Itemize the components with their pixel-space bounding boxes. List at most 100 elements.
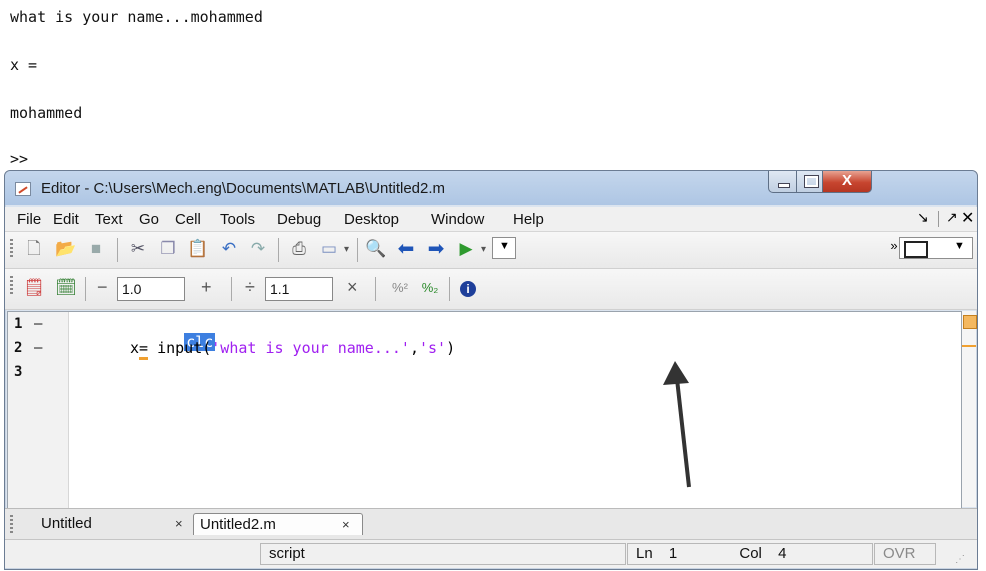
increment-button[interactable]: +: [201, 277, 212, 298]
toolbar-grip[interactable]: [10, 239, 13, 259]
breakpoint-dash[interactable]: —: [34, 316, 42, 332]
minimize-button[interactable]: [768, 171, 797, 193]
editor-title: Editor - C:\Users\Mech.eng\Documents\MAT…: [41, 180, 446, 197]
menu-edit[interactable]: Edit: [53, 211, 79, 228]
line-number: 2: [14, 340, 23, 356]
status-col-value: 4: [778, 545, 787, 562]
copy-icon[interactable]: ❐: [157, 238, 179, 260]
paste-icon[interactable]: 📋: [187, 238, 209, 260]
status-col-label: Col: [739, 545, 762, 562]
undock-arrow-icon[interactable]: ↗: [946, 209, 958, 226]
editor-app-icon: [15, 182, 31, 196]
multiply-button[interactable]: ×: [347, 277, 358, 298]
arrow-shaft: [675, 378, 691, 488]
chevron-down-icon: ▼: [954, 240, 965, 252]
menu-cell[interactable]: Cell: [175, 211, 201, 228]
info-icon[interactable]: i: [457, 277, 479, 299]
menu-file[interactable]: File: [17, 211, 41, 228]
info-glyph: i: [460, 281, 476, 297]
toolbar-divider: [278, 238, 279, 262]
analyzer-warning-marker[interactable]: [962, 345, 976, 347]
cell-value-input-2[interactable]: 1.1: [265, 277, 333, 301]
document-tab-bar: Untitled × Untitled2.m ×: [5, 508, 977, 539]
forward-arrow-icon[interactable]: ➡: [425, 238, 447, 260]
menu-tools[interactable]: Tools: [220, 211, 255, 228]
undo-icon[interactable]: ↶: [218, 238, 240, 260]
chevron-down-icon[interactable]: ▾: [481, 244, 486, 255]
binoculars-icon[interactable]: 🔍: [365, 238, 387, 260]
close-editor-icon[interactable]: ✕: [961, 208, 974, 228]
code-string: 's': [419, 339, 447, 357]
main-toolbar: 🗋 📂 ■ ✂ ❐ 📋 ↶ ↷ ⎙ ▭ ▾ 🔍 ⬅ ➡ ▶ ▾ ▼ » ▼: [5, 232, 977, 269]
back-arrow-icon[interactable]: ⬅: [395, 238, 417, 260]
run-icon[interactable]: ▶: [455, 238, 477, 260]
toolbar-divider: [85, 277, 86, 301]
analyzer-status-indicator[interactable]: [963, 315, 977, 329]
toolbar-divider: [231, 277, 232, 301]
decrement-button[interactable]: −: [97, 277, 108, 298]
code-paren: ): [446, 339, 456, 357]
comment-percent-icon[interactable]: %²: [389, 277, 411, 299]
maximize-button[interactable]: [796, 171, 823, 193]
redo-icon[interactable]: ↷: [247, 238, 269, 260]
cell-toolbar: 🗒 🗓 − 1.0 + ÷ 1.1 × %² %₂ i: [5, 269, 977, 310]
tabbar-grip[interactable]: [10, 515, 13, 533]
arrow-head: [663, 361, 689, 385]
code-analyzer-bar[interactable]: [962, 311, 977, 507]
cut-icon[interactable]: ✂: [127, 238, 149, 260]
menu-help[interactable]: Help: [513, 211, 544, 228]
resize-grip-icon[interactable]: ⋰: [955, 554, 965, 565]
chevron-down-icon[interactable]: ▾: [344, 244, 349, 255]
print-icon[interactable]: ⎙: [288, 238, 310, 260]
menu-bar: File Edit Text Go Cell Tools Debug Deskt…: [5, 207, 977, 232]
code-comma: ,: [409, 339, 419, 357]
new-file-icon[interactable]: 🗋: [23, 238, 45, 260]
insert-cell-icon[interactable]: 🗒: [23, 277, 45, 299]
evaluate-cell-icon[interactable]: 🗓: [55, 277, 77, 299]
command-window[interactable]: what is your name...mohammed x = mohamme…: [0, 0, 986, 168]
status-ln-label: Ln: [636, 545, 653, 562]
menu-go[interactable]: Go: [139, 211, 159, 228]
run-options-dropdown[interactable]: ▼: [492, 237, 516, 259]
menu-desktop[interactable]: Desktop: [344, 211, 399, 228]
uncomment-percent-icon[interactable]: %₂: [419, 277, 441, 299]
code-function: input(: [148, 339, 212, 357]
status-bar: script Ln 1 Col 4 OVR ⋰: [5, 539, 977, 568]
tab-untitled2[interactable]: Untitled2.m ×: [193, 513, 363, 535]
menu-debug[interactable]: Debug: [277, 211, 321, 228]
find-files-icon[interactable]: ▭: [318, 238, 340, 260]
cell-value-input-1[interactable]: 1.0: [117, 277, 185, 301]
toolbar-divider: [449, 277, 450, 301]
menu-window[interactable]: Window: [431, 211, 484, 228]
toolbar-divider: [357, 238, 358, 262]
toolbar-divider: [375, 277, 376, 301]
line-number-gutter: 1 — 2 — 3: [8, 312, 69, 508]
editor-titlebar[interactable]: Editor - C:\Users\Mech.eng\Documents\MAT…: [5, 171, 977, 205]
breakpoint-dash[interactable]: —: [34, 340, 42, 356]
layout-dropdown[interactable]: ▼: [899, 237, 973, 259]
dock-arrow-icon[interactable]: ↘: [917, 209, 929, 226]
menu-text[interactable]: Text: [95, 211, 123, 228]
minimize-icon: [778, 183, 790, 188]
window-layout-icon: [904, 241, 928, 258]
divide-button[interactable]: ÷: [245, 277, 255, 298]
command-output-line: x =: [10, 56, 38, 74]
code-line-2[interactable]: x= input('what is your name...','s'): [130, 339, 456, 360]
line-number: 1: [14, 316, 23, 332]
status-position: Ln 1 Col 4: [627, 543, 873, 565]
code-editor[interactable]: 1 — 2 — 3 clc x= input('what is your nam…: [7, 311, 962, 509]
tab-label: Untitled: [41, 515, 92, 532]
save-icon[interactable]: ■: [85, 238, 107, 260]
toolbar-grip[interactable]: [10, 276, 13, 296]
command-prompt[interactable]: >>: [10, 150, 28, 168]
close-button[interactable]: X: [822, 171, 872, 193]
open-folder-icon[interactable]: 📂: [55, 238, 77, 260]
toolbar-divider: [117, 238, 118, 262]
editor-window: Editor - C:\Users\Mech.eng\Documents\MAT…: [4, 170, 978, 570]
tab-untitled[interactable]: Untitled ×: [27, 513, 197, 535]
tab-close-icon[interactable]: ×: [342, 514, 350, 536]
line-number: 3: [14, 364, 23, 380]
code-variable: x: [130, 339, 140, 357]
close-icon: X: [841, 172, 852, 189]
tab-close-icon[interactable]: ×: [175, 513, 183, 535]
